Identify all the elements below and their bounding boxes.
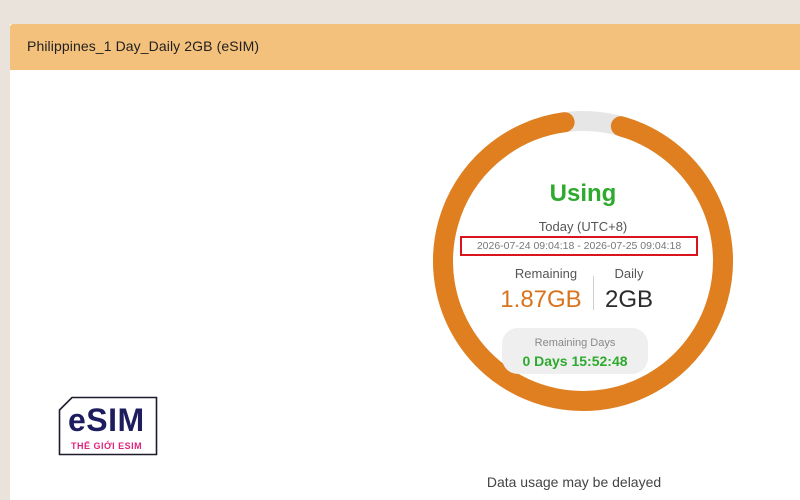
period-range: 2026-07-24 09:04:18 - 2026-07-25 09:04:1…: [460, 236, 698, 256]
usage-status: Using: [549, 180, 617, 207]
remaining-days-badge: Remaining Days 0 Days 15:52:48: [502, 328, 648, 374]
usage-delay-note: Data usage may be delayed: [486, 474, 662, 490]
daily-label: Daily: [614, 266, 644, 281]
remaining-days-value: 0 Days 15:52:48: [522, 353, 628, 369]
remaining-label: Remaining: [514, 266, 578, 281]
esim-logo: eSIM THẾ GIỚI ESIM: [58, 396, 158, 456]
plan-header: Philippines_1 Day_Daily 2GB (eSIM): [10, 24, 800, 70]
period-label: Today (UTC+8): [538, 219, 628, 234]
logo-text: eSIM: [68, 402, 145, 438]
daily-value: 2GB: [604, 286, 654, 313]
remaining-days-label: Remaining Days: [534, 337, 616, 349]
data-usage-gauge: Using Today (UTC+8) 2026-07-24 09:04:18 …: [428, 106, 738, 416]
remaining-value: 1.87GB: [500, 286, 582, 313]
logo-subtext: THẾ GIỚI ESIM: [71, 441, 143, 451]
plan-title: Philippines_1 Day_Daily 2GB (eSIM): [27, 38, 260, 54]
